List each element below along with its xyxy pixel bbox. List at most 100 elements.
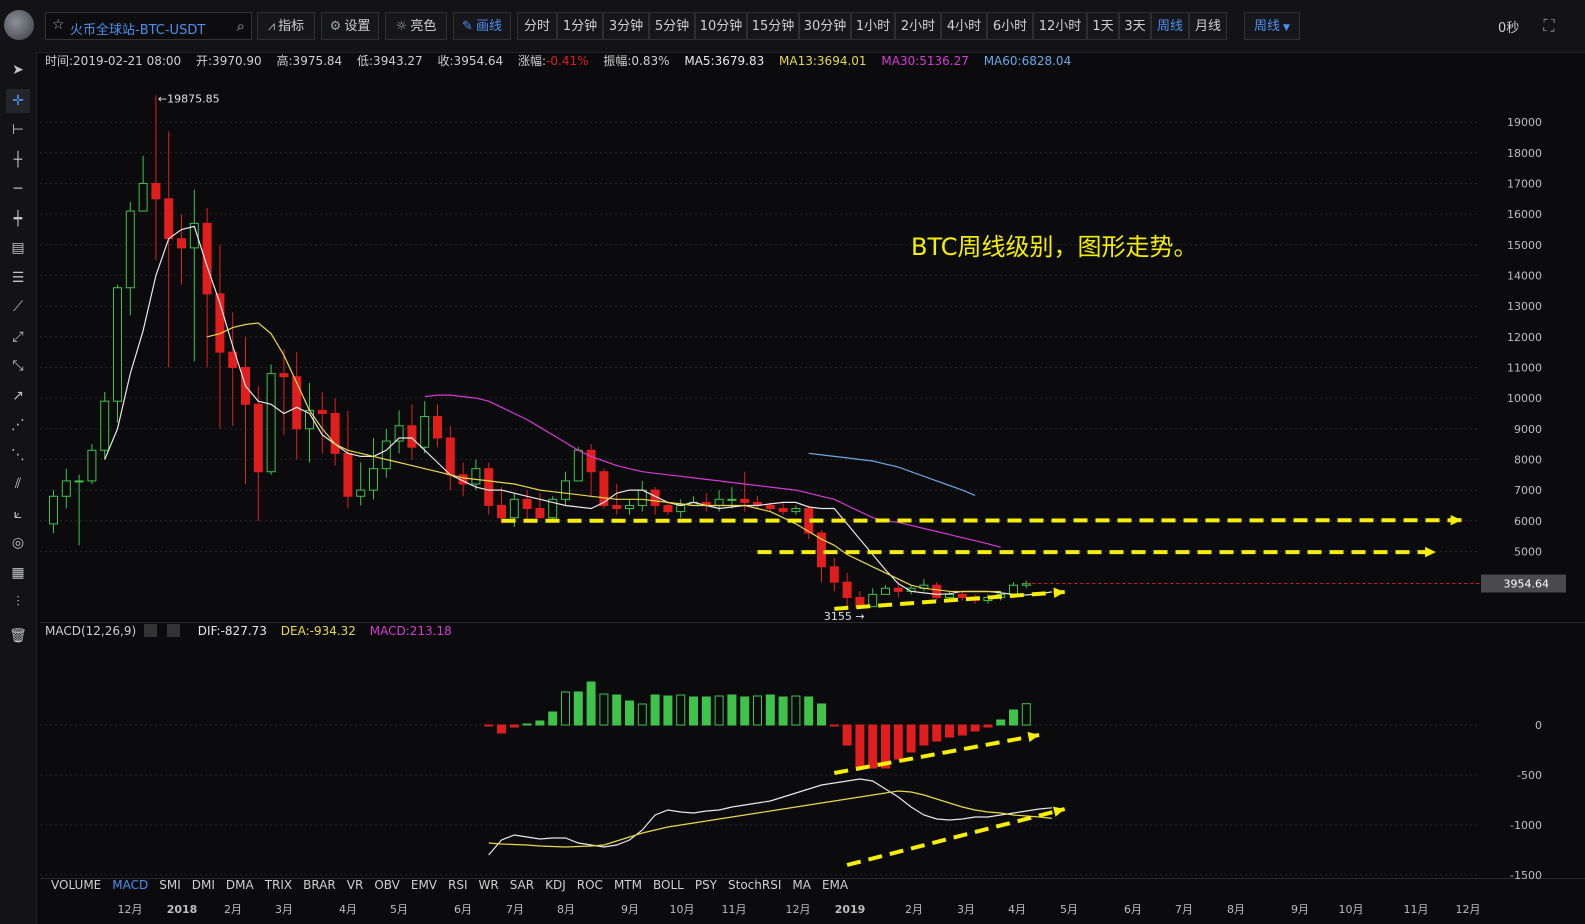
macd-histogram-bar [701,696,711,726]
macd-close-icon[interactable] [166,624,180,637]
period-tab[interactable]: 6小时 [987,12,1033,40]
candle-body [970,596,980,602]
candle-body [497,504,506,519]
indicator-tab[interactable]: MTM [614,878,642,892]
price-tick-label: 18000 [1507,147,1542,160]
period-tab[interactable]: 1天 [1087,12,1119,40]
parallel-channel-icon[interactable]: ⋰ [6,413,30,437]
indicator-tab[interactable]: EMA [822,878,848,892]
period-tab[interactable]: 15分钟 [747,12,799,40]
ohlc-info-bar: 时间:2019-02-21 08:00 开:3970.90 高:3975.84 … [45,52,1082,68]
indicator-tab[interactable]: TRIX [265,878,292,892]
candle-body [253,403,263,473]
segment-line-icon[interactable]: ⊢ [6,118,30,142]
horizontal-line-icon[interactable]: ─ [6,177,30,201]
trend-arrow-head [1450,514,1462,526]
rectangle-icon[interactable]: ▦ [6,561,30,585]
cursor-arrow-icon[interactable]: ➤ [6,58,30,82]
macd-histogram-bar [535,720,545,726]
star-icon[interactable]: ☆ [52,17,65,33]
crosshair-icon[interactable]: ✛ [6,89,30,113]
period-tab[interactable]: 周线 [1151,12,1189,40]
period-tab[interactable]: 12小时 [1033,12,1087,40]
indicator-tab[interactable]: VOLUME [51,878,101,892]
macd-histogram-bar [778,696,788,726]
candle-body [753,501,762,506]
arrow-line-icon[interactable]: ↗ [6,384,30,408]
trash-icon[interactable]: 🗑 [6,624,30,648]
indicator-tab[interactable]: RSI [448,878,468,892]
period-tab[interactable]: 3分钟 [603,12,649,40]
macd-histogram-bar [906,724,916,753]
x-axis-label: 10月 [670,903,695,916]
trend-line-icon[interactable]: ⟋ [6,295,30,319]
fullscreen-icon[interactable]: ⛶ [1535,12,1563,40]
theme-button[interactable]: ☼ 亮色 [385,12,447,40]
ray-line-icon[interactable]: ⤢ [6,325,30,349]
macd-histogram-bar [689,696,698,726]
indicator-tab[interactable]: BRAR [303,878,336,892]
macd-histogram-bar [983,724,993,728]
indicator-tab[interactable]: BOLL [653,878,684,892]
indicator-tab[interactable]: WR [479,878,499,892]
trend-arrow-line [846,807,1066,867]
indicator-tab[interactable]: StochRSI [728,878,781,892]
indicator-tab[interactable]: SAR [510,878,534,892]
indicator-tab[interactable]: MA [792,878,811,892]
extended-line-icon[interactable]: ⤡ [6,354,30,378]
indicator-button[interactable]: ⩘ 指标 [257,12,315,40]
candle-body [561,480,570,500]
macd-settings-icon[interactable] [143,624,157,637]
period-tab[interactable]: 5分钟 [649,12,695,40]
candle-body [996,593,1006,598]
indicator-tab[interactable]: DMA [226,878,254,892]
speed-lines-icon[interactable]: ⟀ [6,502,30,526]
macd-histogram-bar [484,724,494,727]
candle-body [586,449,596,473]
ma13-line [206,322,1001,593]
indicator-tab[interactable]: SMI [159,878,181,892]
macd-title: MACD(12,26,9) [45,624,137,638]
indicator-tab[interactable]: PSY [695,878,717,892]
period-tab[interactable]: 月线 [1189,12,1227,40]
period-tab[interactable]: 分时 [517,12,557,40]
indicator-tab[interactable]: DMI [192,878,215,892]
period-tab[interactable]: 2小时 [895,12,941,40]
candle-body [305,409,314,430]
indicator-tab[interactable]: OBV [374,878,400,892]
x-axis-label: 3月 [275,903,293,916]
info-low: 低:3943.27 [357,54,423,68]
settings-button[interactable]: ⚙ 设置 [321,12,379,40]
period-tab[interactable]: 1分钟 [557,12,603,40]
indicator-tab[interactable]: ROC [577,878,603,892]
macd-tick-label: -500 [1517,769,1542,782]
price-channel-icon[interactable]: ▤ [6,236,30,260]
trend-arrow-head [1053,587,1065,598]
x-axis-label: 11月 [1404,903,1429,916]
period-tab[interactable]: 30分钟 [799,12,851,40]
search-icon[interactable]: ⌕ [237,17,245,35]
price-tick-label: 13000 [1507,300,1542,313]
indicator-tab[interactable]: VR [347,878,364,892]
kline-chart[interactable]: 5000 6000 7000 8000 9000 10000 11000 12000 13000… [0,0,1585,924]
indicator-tab[interactable]: KDJ [545,878,566,892]
indicator-tab[interactable]: MACD [112,878,148,892]
vertical-line-icon[interactable]: ┿ [6,207,30,231]
period-tab[interactable]: 1小时 [851,12,895,40]
period-dropdown[interactable]: 周线 ▼ [1244,12,1300,40]
symbol-search[interactable]: ☆ 火币全球站-BTC-USDT ⌕ [45,12,252,40]
candle-body [650,489,660,506]
indicator-tab[interactable]: EMV [411,878,437,892]
horizontal-ray-icon[interactable]: ┼ [6,148,30,172]
parallel-lines-icon[interactable]: ☰ [6,266,30,290]
candles-pattern-icon[interactable]: ⫶ [6,590,30,614]
period-tab[interactable]: 4小时 [941,12,987,40]
macd-histogram-bar [842,724,852,746]
spiral-icon[interactable]: ◎ [6,531,30,555]
period-tab[interactable]: 3天 [1119,12,1151,40]
draw-line-button[interactable]: ✎ 画线 [453,12,511,40]
period-tab[interactable]: 10分钟 [695,12,747,40]
gann-fan-icon[interactable]: ⫽ [6,472,30,496]
sun-icon: ☼ [395,19,408,34]
fibonacci-fan-icon[interactable]: ⋱ [6,443,30,467]
